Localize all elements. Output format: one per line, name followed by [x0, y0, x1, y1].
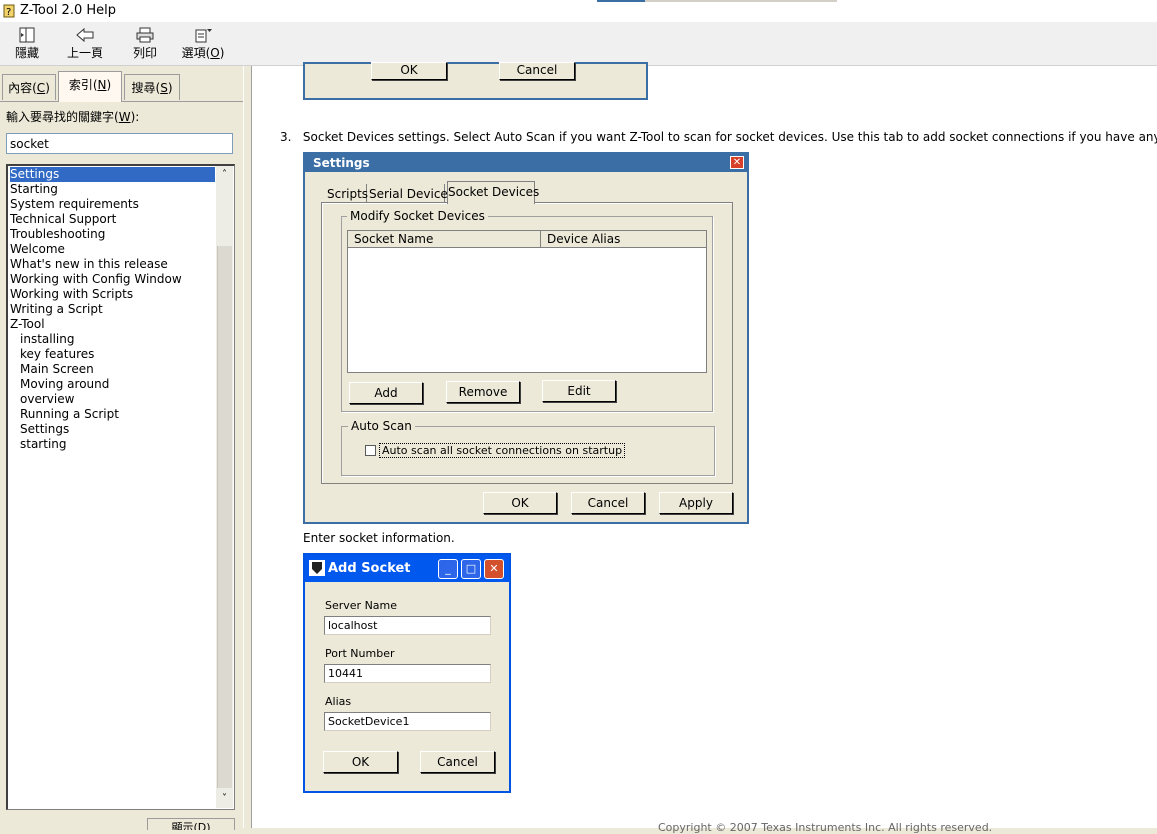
list-subitem[interactable]: Moving around	[20, 377, 109, 392]
list-item[interactable]: Working with Config Window	[10, 272, 182, 287]
print-label: 列印	[132, 46, 157, 60]
ti-logo-icon	[309, 560, 325, 576]
pane-splitter[interactable]	[243, 66, 252, 828]
list-item[interactable]: Troubleshooting	[10, 227, 105, 242]
settings-tab-socket: Socket Devices	[447, 181, 539, 204]
keyword-label: 輸入要尋找的關鍵字(W):	[6, 110, 140, 124]
back-button[interactable]: 上一頁	[64, 22, 106, 66]
settings-tab-serial: Serial Devices	[369, 184, 454, 204]
printer-icon	[136, 27, 154, 43]
prev-ok-button: OK	[371, 62, 447, 80]
edit-button: Edit	[542, 380, 616, 402]
list-subitem[interactable]: installing	[20, 332, 74, 347]
options-button[interactable]: 選項(O)	[180, 22, 226, 66]
prev-cancel-button: Cancel	[499, 62, 575, 80]
minimize-icon: _	[438, 559, 458, 579]
print-button[interactable]: 列印	[128, 22, 162, 66]
window-title-bar: ? Z-Tool 2.0 Help	[0, 0, 1157, 22]
back-arrow-icon	[76, 27, 94, 43]
svg-text:?: ?	[6, 7, 11, 18]
options-icon	[195, 29, 212, 43]
settings-tab-scripts: Scripts	[327, 184, 368, 204]
index-list[interactable]: Settings Starting System requirements Te…	[6, 164, 235, 810]
settings-apply-button: Apply	[659, 492, 733, 514]
tab-contents[interactable]: 內容(C)	[2, 74, 56, 100]
socket-list: Socket Name Device Alias	[347, 230, 707, 373]
list-item[interactable]: Writing a Script	[10, 302, 103, 317]
help-book-icon: ?	[3, 4, 15, 18]
server-name-field: localhost	[324, 616, 491, 635]
list-item[interactable]: Settings	[10, 167, 215, 182]
help-content: OK Cancel 3. Socket Devices settings. Se…	[252, 62, 1157, 834]
scroll-down-icon[interactable]: ˅	[216, 790, 233, 807]
settings-dialog-screenshot: Settings ✕ Scripts Serial Devices Socket…	[303, 152, 749, 524]
alias-field: SocketDevice1	[324, 712, 491, 731]
list-item[interactable]: Z-Tool	[10, 317, 45, 332]
step-3-text: 3. Socket Devices settings. Select Auto …	[280, 130, 1157, 144]
list-subitem[interactable]: starting	[20, 437, 67, 452]
list-scrollbar[interactable]: ˄ ˅	[216, 166, 233, 808]
list-subitem[interactable]: overview	[20, 392, 74, 407]
list-subitem[interactable]: key features	[20, 347, 94, 362]
autoscan-checkbox	[365, 445, 376, 456]
hide-button[interactable]: 隱藏	[10, 22, 44, 66]
maximize-icon: □	[461, 559, 481, 579]
alias-label: Alias	[325, 695, 352, 708]
list-item[interactable]: Starting	[10, 182, 58, 197]
list-item[interactable]: What's new in this release	[10, 257, 168, 272]
back-label: 上一頁	[66, 46, 103, 60]
port-number-label: Port Number	[325, 647, 395, 660]
scroll-up-icon[interactable]: ˄	[216, 166, 233, 183]
column-device-alias: Device Alias	[547, 232, 621, 246]
tab-search[interactable]: 搜尋(S)	[124, 74, 180, 100]
list-item[interactable]: Welcome	[10, 242, 65, 257]
autoscan-checkbox-label: Auto scan all socket connections on star…	[379, 443, 626, 458]
hide-pane-icon	[19, 27, 35, 43]
enter-socket-text: Enter socket information.	[303, 531, 455, 545]
list-subitem[interactable]: Running a Script	[20, 407, 119, 422]
add-socket-ok-button: OK	[323, 751, 398, 773]
list-item[interactable]: Working with Scripts	[10, 287, 133, 302]
scroll-thumb[interactable]	[217, 246, 232, 788]
socket-list-header: Socket Name Device Alias	[348, 231, 706, 248]
add-button: Add	[349, 382, 423, 404]
settings-title: Settings	[305, 154, 747, 172]
keyword-input[interactable]	[6, 133, 233, 154]
add-socket-dialog-screenshot: Add Socket _ □ ✕ Server Name localhost P…	[303, 553, 511, 793]
close-icon: ✕	[484, 559, 504, 579]
list-subitem[interactable]: Settings	[20, 422, 69, 437]
port-number-field: 10441	[324, 664, 491, 683]
list-item[interactable]: System requirements	[10, 197, 139, 212]
list-subitem[interactable]: Main Screen	[20, 362, 94, 377]
autoscan-group-label: Auto Scan	[348, 419, 415, 433]
settings-cancel-button: Cancel	[571, 492, 645, 514]
window-title: Z-Tool 2.0 Help	[20, 3, 117, 18]
options-label: 選項(O)	[181, 46, 225, 60]
title-decoration-blue	[597, 0, 645, 2]
navigation-pane: 內容(C) 索引(N) 搜尋(S) 輸入要尋找的關鍵字(W): Settings…	[0, 66, 243, 830]
list-item[interactable]: Technical Support	[10, 212, 116, 227]
settings-ok-button: OK	[483, 492, 557, 514]
add-socket-cancel-button: Cancel	[420, 751, 495, 773]
remove-button: Remove	[446, 381, 520, 403]
previous-dialog-screenshot: OK Cancel	[303, 62, 648, 100]
tab-index[interactable]: 索引(N)	[58, 71, 122, 102]
modify-group-label: Modify Socket Devices	[347, 209, 488, 223]
help-toolbar: 隱藏 上一頁 列印 選項(O)	[0, 22, 1157, 66]
display-button[interactable]: 顯示(D)	[147, 818, 235, 830]
server-name-label: Server Name	[325, 599, 398, 612]
hide-label: 隱藏	[14, 46, 39, 60]
close-icon: ✕	[730, 156, 744, 169]
column-socket-name: Socket Name	[348, 231, 541, 248]
